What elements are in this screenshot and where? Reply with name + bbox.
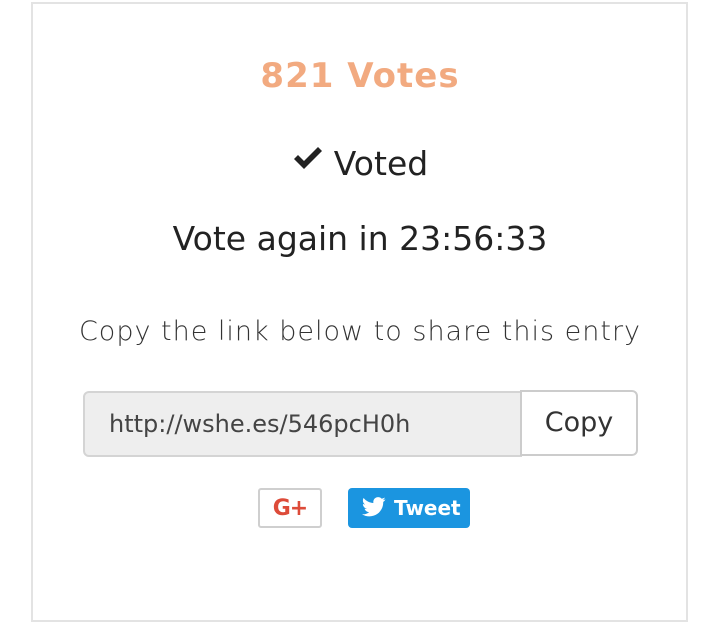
tweet-label: Tweet xyxy=(394,496,461,520)
google-plus-icon: G+ xyxy=(272,495,308,521)
google-plus-share-button[interactable]: G+ xyxy=(258,488,322,528)
voted-label: Voted xyxy=(333,144,429,183)
share-link-input[interactable] xyxy=(83,391,522,457)
vote-count: 821 Votes xyxy=(260,56,460,96)
checkmark-icon xyxy=(292,141,324,180)
voted-status: Voted xyxy=(0,142,720,183)
vote-again-countdown: Vote again in 23:56:33 xyxy=(172,219,548,258)
share-instructions: Copy the link below to share this entry xyxy=(78,316,642,347)
tweet-button[interactable]: Tweet xyxy=(348,488,470,528)
twitter-bird-icon xyxy=(361,497,386,521)
copy-button[interactable]: Copy xyxy=(520,390,638,456)
